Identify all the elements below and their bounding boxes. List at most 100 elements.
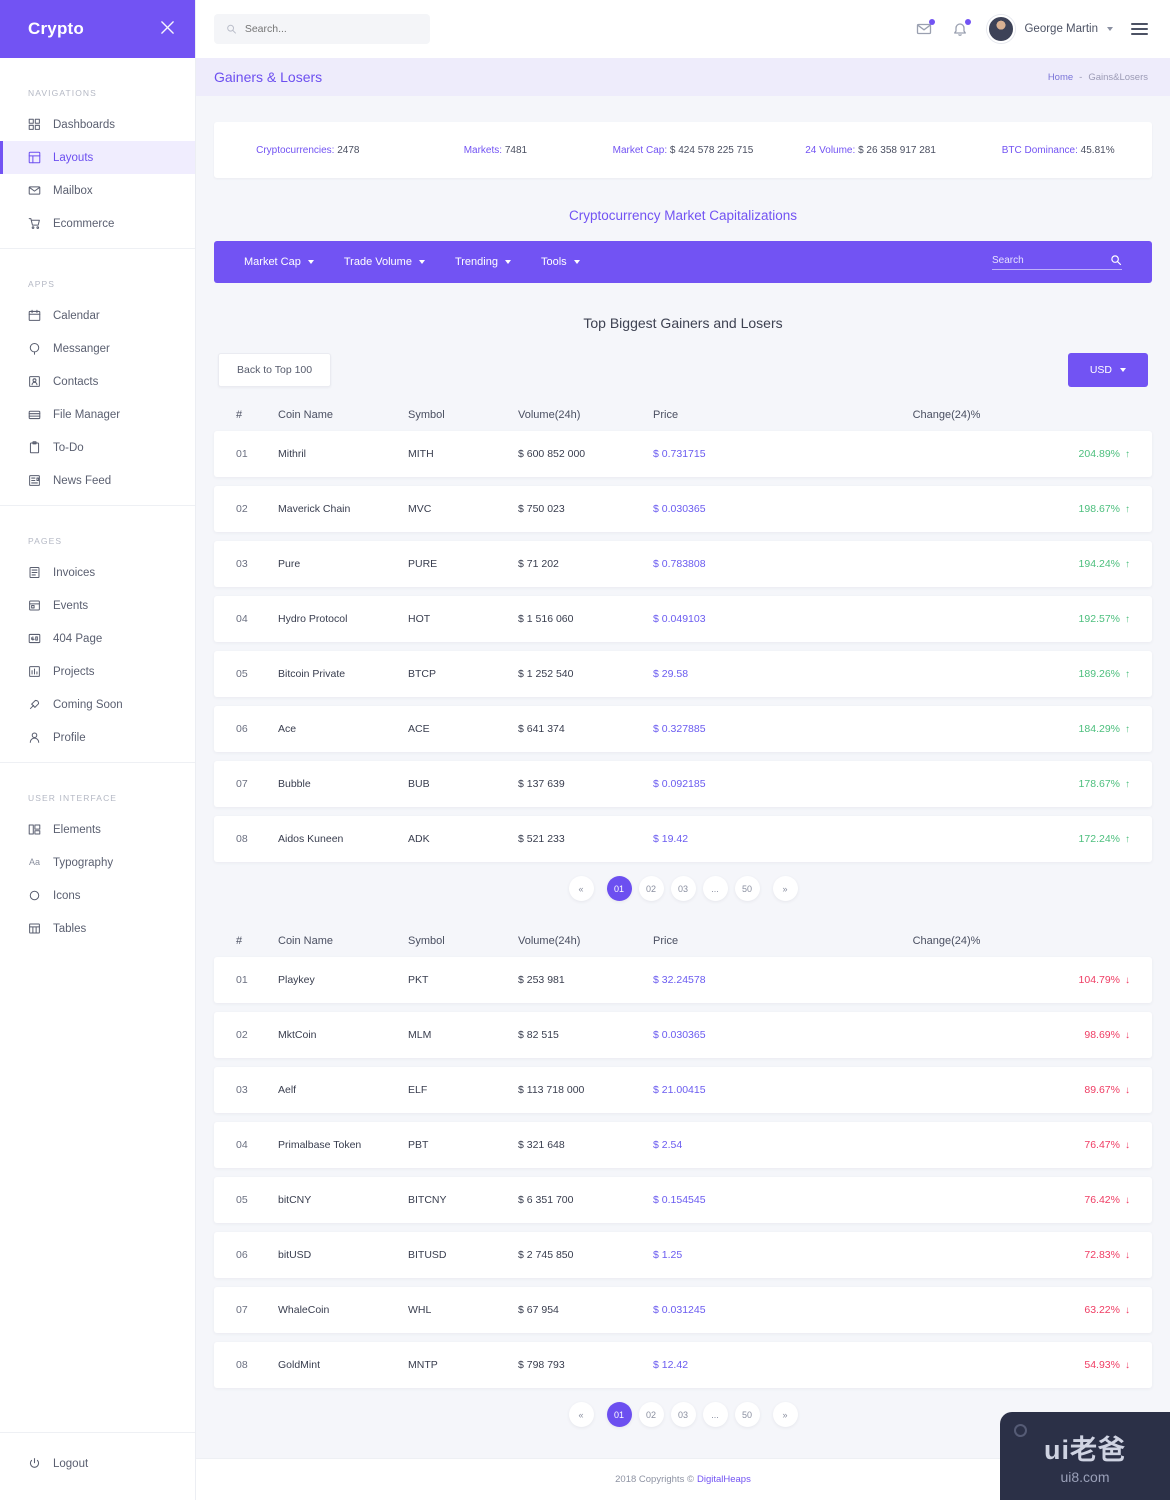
table-row[interactable]: 07WhaleCoinWHL$ 67 954$ 0.03124563.22%↓	[214, 1287, 1152, 1333]
sidebar-item-contacts[interactable]: Contacts	[0, 365, 195, 398]
table-row[interactable]: 03PurePURE$ 71 202$ 0.783808194.24%↑	[214, 541, 1152, 587]
cell-price: $ 0.154545	[653, 1194, 771, 1206]
sidebar-item-messanger[interactable]: Messanger	[0, 332, 195, 365]
cell-price: $ 12.42	[653, 1359, 771, 1371]
column-header-name: Coin Name	[278, 935, 408, 947]
pagination-page[interactable]: 01	[607, 1402, 632, 1427]
sidebar-item-news-feed[interactable]: News Feed	[0, 464, 195, 497]
sidebar-item-to-do[interactable]: To-Do	[0, 431, 195, 464]
table-row[interactable]: 02MktCoinMLM$ 82 515$ 0.03036598.69%↓	[214, 1012, 1152, 1058]
pagination-page[interactable]: 02	[639, 1402, 664, 1427]
topbar-actions: George Martin	[915, 15, 1148, 43]
user-menu[interactable]: George Martin	[987, 15, 1113, 43]
sidebar-item-file-manager[interactable]: File Manager	[0, 398, 195, 431]
cell-rank: 06	[236, 1249, 278, 1261]
currency-select-button[interactable]: USD	[1068, 353, 1148, 387]
command-item-trending[interactable]: Trending	[455, 256, 511, 268]
sidebar-item-typography[interactable]: AaTypography	[0, 846, 195, 879]
sidebar-item-dashboards[interactable]: Dashboards	[0, 108, 195, 141]
sidebar-item-logout[interactable]: Logout	[0, 1447, 195, 1480]
cell-volume: $ 600 852 000	[518, 448, 653, 460]
cell-rank: 05	[236, 1194, 278, 1206]
command-item-market-cap[interactable]: Market Cap	[244, 256, 314, 268]
command-item-trade-volume[interactable]: Trade Volume	[344, 256, 425, 268]
pagination-page[interactable]: ...	[703, 876, 728, 901]
sidebar-item-ecommerce[interactable]: Ecommerce	[0, 207, 195, 240]
sidebar-item-404-page[interactable]: 404 Page	[0, 622, 195, 655]
pagination-page[interactable]: 03	[671, 1402, 696, 1427]
table-row[interactable]: 01MithrilMITH$ 600 852 000$ 0.731715204.…	[214, 431, 1152, 477]
column-header-rank: #	[236, 935, 278, 947]
sidebar-item-projects[interactable]: Projects	[0, 655, 195, 688]
pagination-page[interactable]: 03	[671, 876, 696, 901]
cell-symbol: MLM	[408, 1029, 518, 1041]
projects-icon	[28, 665, 41, 678]
table-row[interactable]: 08Aidos KuneenADK$ 521 233$ 19.42172.24%…	[214, 816, 1152, 862]
table-row[interactable]: 05bitCNYBITCNY$ 6 351 700$ 0.15454576.42…	[214, 1177, 1152, 1223]
cell-symbol: ACE	[408, 723, 518, 735]
sidebar-item-calendar[interactable]: Calendar	[0, 299, 195, 332]
sidebar-item-invoices[interactable]: Invoices	[0, 556, 195, 589]
sidebar-item-tables[interactable]: Tables	[0, 912, 195, 945]
table-row[interactable]: 02Maverick ChainMVC$ 750 023$ 0.03036519…	[214, 486, 1152, 532]
mail-icon[interactable]	[915, 20, 933, 38]
global-search[interactable]	[214, 14, 430, 44]
cell-name: Pure	[278, 558, 408, 570]
sidebar-item-mailbox[interactable]: Mailbox	[0, 174, 195, 207]
mail-badge	[929, 19, 935, 25]
table-row[interactable]: 04Primalbase TokenPBT$ 321 648$ 2.5476.4…	[214, 1122, 1152, 1168]
pagination-next[interactable]: »	[773, 1402, 798, 1427]
market-search-input[interactable]	[992, 255, 1102, 266]
user-name: George Martin	[1024, 23, 1098, 35]
sidebar-item-label: 404 Page	[53, 633, 102, 645]
back-to-top100-button[interactable]: Back to Top 100	[218, 353, 331, 387]
losers-rows: 01PlaykeyPKT$ 253 981$ 32.24578104.79%↓ 0…	[214, 957, 1152, 1388]
column-header-volume: Volume(24h)	[518, 935, 653, 947]
table-row[interactable]: 08GoldMintMNTP$ 798 793$ 12.4254.93%↓	[214, 1342, 1152, 1388]
pagination-page[interactable]: 50	[735, 876, 760, 901]
pagination-prev[interactable]: «	[569, 876, 594, 901]
table-row[interactable]: 05Bitcoin PrivateBTCP$ 1 252 540$ 29.581…	[214, 651, 1152, 697]
avatar	[987, 15, 1015, 43]
cell-price: $ 0.783808	[653, 558, 771, 570]
cell-change-value: 89.67%	[1084, 1084, 1120, 1096]
app-root: Crypto NAVIGATIONSDashboardsLayoutsMailb…	[0, 0, 1170, 1500]
pagination-prev[interactable]: «	[569, 1402, 594, 1427]
sidebar-item-icons[interactable]: Icons	[0, 879, 195, 912]
market-search[interactable]	[992, 254, 1122, 270]
table-row[interactable]: 01PlaykeyPKT$ 253 981$ 32.24578104.79%↓	[214, 957, 1152, 1003]
cell-rank: 05	[236, 668, 278, 680]
sidebar-item-events[interactable]: Events	[0, 589, 195, 622]
table-row[interactable]: 03AelfELF$ 113 718 000$ 21.0041589.67%↓	[214, 1067, 1152, 1113]
tools-icon[interactable]	[160, 20, 175, 38]
clipboard-icon	[28, 441, 41, 454]
cell-name: GoldMint	[278, 1359, 408, 1371]
cell-volume: $ 798 793	[518, 1359, 653, 1371]
breadcrumb-home[interactable]: Home	[1048, 72, 1073, 83]
pagination-next[interactable]: »	[773, 876, 798, 901]
sidebar-item-coming-soon[interactable]: Coming Soon	[0, 688, 195, 721]
sidebar-item-layouts[interactable]: Layouts	[0, 141, 195, 174]
table-row[interactable]: 06AceACE$ 641 374$ 0.327885184.29%↑	[214, 706, 1152, 752]
sidebar-item-profile[interactable]: Profile	[0, 721, 195, 754]
pagination-page[interactable]: 02	[639, 876, 664, 901]
hamburger-icon[interactable]	[1131, 23, 1148, 35]
pagination-page[interactable]: 01	[607, 876, 632, 901]
pagination-page[interactable]: 50	[735, 1402, 760, 1427]
column-header-volume: Volume(24h)	[518, 409, 653, 421]
command-item-tools[interactable]: Tools	[541, 256, 580, 268]
table-row[interactable]: 06bitUSDBITUSD$ 2 745 850$ 1.2572.83%↓	[214, 1232, 1152, 1278]
cell-price: $ 0.049103	[653, 613, 771, 625]
footer-link[interactable]: DigitalHeaps	[697, 1474, 751, 1485]
cell-change: 198.67%↑	[771, 503, 1130, 515]
table-row[interactable]: 07BubbleBUB$ 137 639$ 0.092185178.67%↑	[214, 761, 1152, 807]
search-input[interactable]	[245, 23, 418, 35]
cell-change-value: 189.26%	[1079, 668, 1120, 680]
table-row[interactable]: 04Hydro ProtocolHOT$ 1 516 060$ 0.049103…	[214, 596, 1152, 642]
bell-icon[interactable]	[951, 20, 969, 38]
cell-name: Ace	[278, 723, 408, 735]
cell-change-value: 54.93%	[1084, 1359, 1120, 1371]
cell-price: $ 0.092185	[653, 778, 771, 790]
pagination-page[interactable]: ...	[703, 1402, 728, 1427]
sidebar-item-elements[interactable]: Elements	[0, 813, 195, 846]
